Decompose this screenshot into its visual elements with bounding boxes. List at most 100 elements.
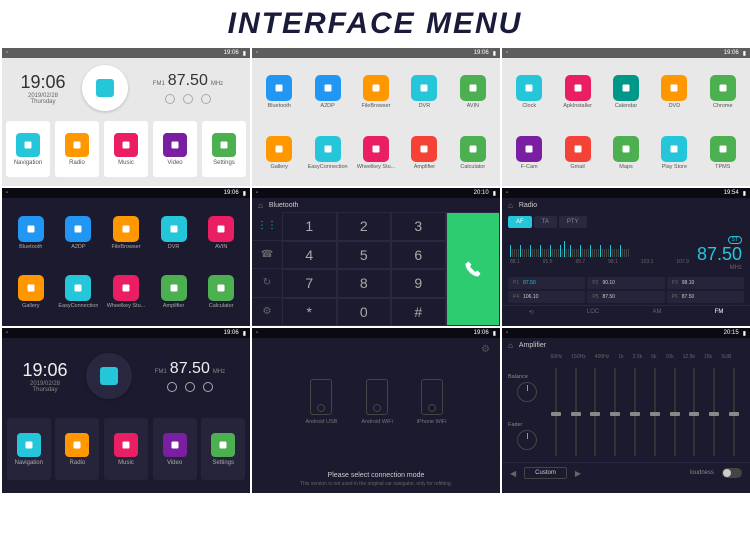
app-tile[interactable]: Calculator	[450, 123, 496, 182]
dial-key[interactable]: 0	[337, 298, 392, 327]
radio-tab[interactable]: AF	[508, 216, 532, 228]
radio-widget[interactable]: FM187.50MHz	[138, 360, 242, 392]
app-tile[interactable]: Video	[153, 121, 197, 177]
eq-slider[interactable]	[674, 368, 676, 456]
bt-tab-icon[interactable]: ⚙	[252, 298, 282, 327]
app-tile[interactable]: Amplifier	[401, 123, 447, 182]
prev-preset-icon[interactable]: ◀	[510, 469, 516, 478]
app-tile[interactable]: F-Cam	[506, 123, 552, 182]
app-tile[interactable]: Bluetooth	[256, 62, 302, 121]
next-preset-icon[interactable]: ▶	[575, 469, 581, 478]
radio-band-button[interactable]: AM	[652, 309, 661, 316]
call-button[interactable]	[446, 212, 501, 326]
app-tile[interactable]: Gallery	[256, 123, 302, 182]
app-tile[interactable]: Video	[153, 418, 197, 480]
settings-icon[interactable]: ⚙	[481, 344, 490, 355]
next-icon[interactable]	[201, 94, 211, 104]
app-tile[interactable]: DVD	[651, 62, 697, 121]
app-tile[interactable]: Radio	[55, 418, 99, 480]
dial-key[interactable]: 4	[282, 241, 337, 270]
app-tile[interactable]: Radio	[55, 121, 99, 177]
loudness-toggle[interactable]	[722, 468, 742, 478]
app-tile[interactable]: A2DP	[56, 204, 102, 261]
app-tile[interactable]: Wheelkey Stu...	[353, 123, 399, 182]
radio-preset[interactable]: P687.50	[667, 291, 744, 303]
back-icon[interactable]: ⌂	[258, 201, 263, 210]
app-tile[interactable]: Music	[104, 121, 148, 177]
clock-widget[interactable]: 19:06 2019/02/28 Thursday	[10, 360, 80, 393]
eq-slider[interactable]	[693, 368, 695, 456]
app-tile[interactable]: Gallery	[8, 263, 54, 320]
dial-key[interactable]: 7	[282, 269, 337, 298]
next-icon[interactable]	[203, 382, 213, 392]
radio-preset[interactable]: P290.10	[587, 277, 664, 289]
history-tab-icon[interactable]: ↻	[252, 269, 282, 298]
dial-key[interactable]: 1	[282, 212, 337, 241]
dial-key[interactable]: 5	[337, 241, 392, 270]
radio-preset[interactable]: P398.10	[667, 277, 744, 289]
prev-icon[interactable]	[165, 94, 175, 104]
eq-slider[interactable]	[733, 368, 735, 456]
radio-preset[interactable]: P187.50	[508, 277, 585, 289]
radio-tab[interactable]: TA	[534, 216, 557, 228]
radio-tab[interactable]: PTY	[559, 216, 587, 228]
app-tile[interactable]: Music	[104, 418, 148, 480]
clock-widget[interactable]: 19:06 2019/02/28 Thursday	[8, 72, 78, 105]
app-tile[interactable]: Wheelkey Stu...	[103, 263, 149, 320]
app-tile[interactable]: A2DP	[304, 62, 350, 121]
play-icon[interactable]	[185, 382, 195, 392]
connection-option[interactable]: Android WiFi	[361, 379, 392, 425]
connection-option[interactable]: Android USB	[306, 379, 338, 425]
frequency-scale[interactable]: 88.191.595.798.1103.1107.9	[510, 241, 689, 267]
eq-slider[interactable]	[634, 368, 636, 456]
radio-dial[interactable]	[86, 353, 132, 399]
app-tile[interactable]: TPMS	[700, 123, 746, 182]
app-tile[interactable]: DVR	[151, 204, 197, 261]
app-tile[interactable]: Navigation	[6, 121, 50, 177]
dial-key[interactable]: 9	[391, 269, 446, 298]
radio-preset[interactable]: P587.50	[587, 291, 664, 303]
radio-band-button[interactable]: FM	[715, 309, 724, 316]
prev-icon[interactable]	[167, 382, 177, 392]
app-tile[interactable]: Maps	[603, 123, 649, 182]
app-tile[interactable]: Amplifier	[151, 263, 197, 320]
dial-key[interactable]: 2	[337, 212, 392, 241]
eq-slider[interactable]	[713, 368, 715, 456]
app-tile[interactable]: Navigation	[7, 418, 51, 480]
app-tile[interactable]: Clock	[506, 62, 552, 121]
amp-knob[interactable]: Fader	[508, 422, 546, 450]
eq-slider[interactable]	[575, 368, 577, 456]
app-tile[interactable]: AVIN	[198, 204, 244, 261]
amp-knob[interactable]: Balance	[508, 374, 546, 402]
dial-key[interactable]: 6	[391, 241, 446, 270]
app-tile[interactable]: Chrome	[700, 62, 746, 121]
dial-key[interactable]: 8	[337, 269, 392, 298]
app-tile[interactable]: Calendar	[603, 62, 649, 121]
dial-key[interactable]: *	[282, 298, 337, 327]
eq-slider[interactable]	[594, 368, 596, 456]
app-tile[interactable]: Gmail	[554, 123, 600, 182]
radio-widget[interactable]: FM187.50MHz	[132, 72, 244, 104]
app-tile[interactable]: Settings	[202, 121, 246, 177]
app-tile[interactable]: Bluetooth	[8, 204, 54, 261]
eq-preset-button[interactable]: Custom	[524, 467, 567, 479]
radio-band-button[interactable]: ⟲	[529, 309, 534, 316]
radio-band-button[interactable]: LOC	[587, 309, 599, 316]
eq-slider[interactable]	[654, 368, 656, 456]
app-tile[interactable]: Play Store	[651, 123, 697, 182]
back-icon[interactable]: ⌂	[508, 341, 513, 350]
app-tile[interactable]: Calculator	[198, 263, 244, 320]
connection-option[interactable]: iPhone WiFi	[417, 379, 447, 425]
radio-preset[interactable]: P4106.10	[508, 291, 585, 303]
contacts-tab-icon[interactable]: ☎	[252, 241, 282, 270]
app-tile[interactable]: FileBrowser	[353, 62, 399, 121]
app-tile[interactable]: DVR	[401, 62, 447, 121]
app-tile[interactable]: FileBrowser	[103, 204, 149, 261]
app-tile[interactable]: EasyConnection	[304, 123, 350, 182]
keypad-tab-icon[interactable]: ⋮⋮	[252, 212, 282, 241]
eq-slider[interactable]	[555, 368, 557, 456]
radio-dial[interactable]	[82, 65, 128, 111]
play-icon[interactable]	[183, 94, 193, 104]
dial-key[interactable]: #	[391, 298, 446, 327]
eq-slider[interactable]	[614, 368, 616, 456]
